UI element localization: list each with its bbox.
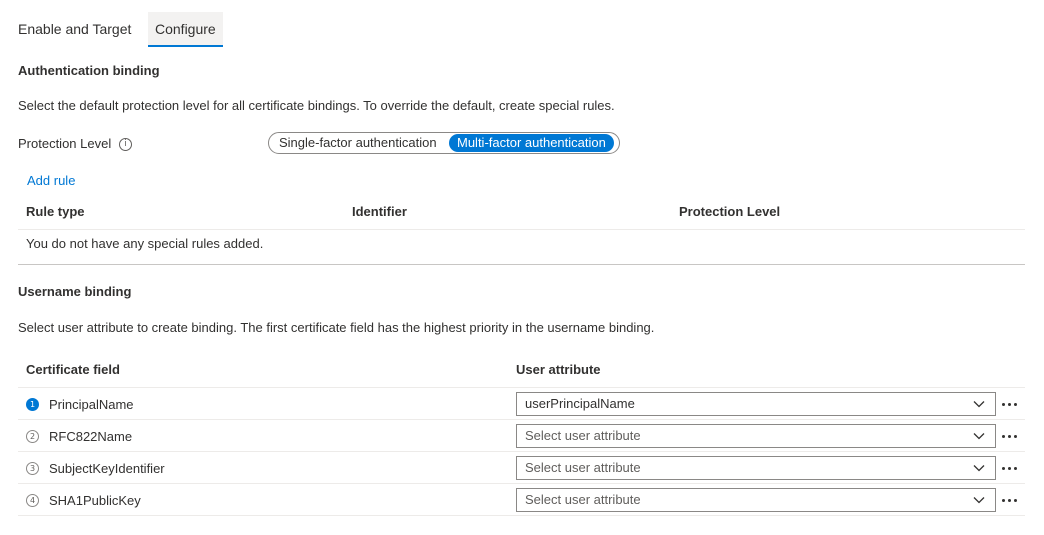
- user-attribute-dropdown[interactable]: Select user attribute: [516, 424, 996, 448]
- step-number-icon: 4: [26, 494, 39, 507]
- username-binding-title: Username binding: [18, 284, 132, 299]
- column-protection-level: Protection Level: [679, 204, 781, 219]
- column-certificate-field: Certificate field: [26, 362, 120, 377]
- chevron-down-icon: [973, 401, 985, 408]
- dropdown-placeholder: Select user attribute: [525, 460, 641, 475]
- single-factor-option[interactable]: Single-factor authentication: [271, 134, 445, 152]
- protection-level-toggle: Single-factor authentication Multi-facto…: [268, 132, 620, 154]
- more-icon[interactable]: [1002, 428, 1020, 444]
- auth-binding-description: Select the default protection level for …: [18, 98, 615, 113]
- row-divider: [18, 515, 1025, 516]
- user-attribute-dropdown[interactable]: userPrincipalName: [516, 392, 996, 416]
- chevron-down-icon: [973, 433, 985, 440]
- auth-binding-title: Authentication binding: [18, 63, 160, 78]
- step-number-icon: 2: [26, 430, 39, 443]
- row-divider: [18, 483, 1025, 484]
- table-divider: [18, 229, 1025, 230]
- protection-level-label: Protection Level: [18, 136, 112, 151]
- column-user-attribute: User attribute: [516, 362, 601, 377]
- row-divider: [18, 419, 1025, 420]
- tab-configure[interactable]: Configure: [148, 12, 223, 47]
- tab-enable-and-target[interactable]: Enable and Target: [18, 12, 131, 46]
- user-attribute-dropdown[interactable]: Select user attribute: [516, 488, 996, 512]
- table-divider: [18, 387, 1025, 388]
- step-number-icon: 1: [26, 398, 39, 411]
- more-icon[interactable]: [1002, 460, 1020, 476]
- info-icon[interactable]: i: [119, 138, 132, 151]
- dropdown-value: userPrincipalName: [525, 396, 635, 411]
- certificate-field-label: SubjectKeyIdentifier: [49, 461, 165, 476]
- chevron-down-icon: [973, 497, 985, 504]
- dropdown-placeholder: Select user attribute: [525, 492, 641, 507]
- empty-rules-message: You do not have any special rules added.: [26, 236, 264, 251]
- dropdown-placeholder: Select user attribute: [525, 428, 641, 443]
- add-rule-link[interactable]: Add rule: [27, 173, 75, 188]
- more-icon[interactable]: [1002, 492, 1020, 508]
- username-binding-description: Select user attribute to create binding.…: [18, 320, 655, 335]
- step-number-icon: 3: [26, 462, 39, 475]
- multi-factor-option[interactable]: Multi-factor authentication: [449, 134, 614, 152]
- user-attribute-dropdown[interactable]: Select user attribute: [516, 456, 996, 480]
- certificate-field-label: RFC822Name: [49, 429, 133, 444]
- section-divider: [18, 264, 1025, 265]
- more-icon[interactable]: [1002, 396, 1020, 412]
- chevron-down-icon: [973, 465, 985, 472]
- column-identifier: Identifier: [352, 204, 407, 219]
- certificate-field-label: PrincipalName: [49, 397, 134, 412]
- column-rule-type: Rule type: [26, 204, 85, 219]
- certificate-field-label: SHA1PublicKey: [49, 493, 141, 508]
- row-divider: [18, 451, 1025, 452]
